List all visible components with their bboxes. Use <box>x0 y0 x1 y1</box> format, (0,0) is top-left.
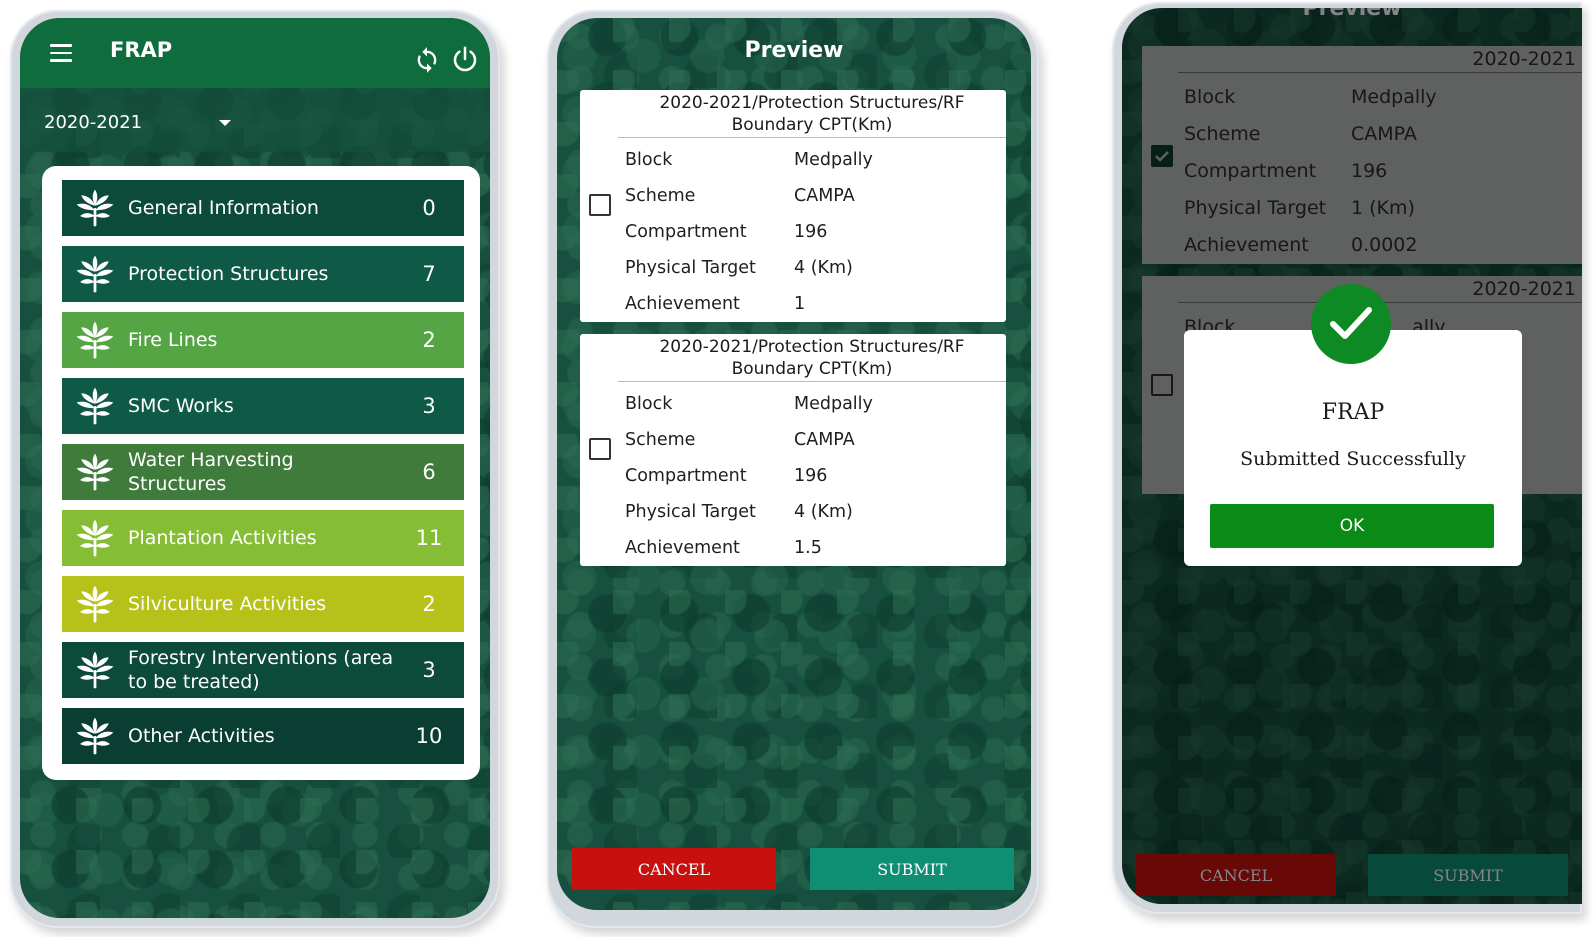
preview-card-checkbox[interactable] <box>589 194 611 216</box>
menu-item-label: Plantation Activities <box>128 527 317 549</box>
phone-frame-preview: Preview 2020-2021/Protection Structures/… <box>547 10 1039 928</box>
cancel-button[interactable]: CANCEL <box>572 848 776 890</box>
tree-icon <box>72 449 118 495</box>
preview-screen: Preview 2020-2021/Protection Structures/… <box>557 18 1031 910</box>
preview-card-heading: 2020-2021/Protection Structures/RF Bound… <box>618 334 1006 382</box>
app-bar: FRAP <box>20 18 490 88</box>
power-icon[interactable] <box>450 44 480 74</box>
dropdown-caret-icon <box>219 120 231 126</box>
tree-icon <box>72 317 118 363</box>
preview-card-heading-line1: 2020-2021/Protection Structures/RF <box>659 337 965 357</box>
menu-item-label: SMC Works <box>128 395 234 417</box>
menu-item[interactable]: Silviculture Activities 2 <box>62 576 464 632</box>
menu-item-label: Other Activities <box>128 725 275 747</box>
menu-item[interactable]: Forestry Interventions (area to be treat… <box>62 642 464 698</box>
preview-card-heading-line2: Boundary CPT(Km) <box>731 359 893 379</box>
success-badge <box>1311 284 1391 364</box>
category-menu-card: General Information 0 Protection Structure… <box>42 166 480 780</box>
menu-item-count: 7 <box>422 262 436 286</box>
field-value-physical-target: 4 (Km) <box>794 502 853 522</box>
menu-item[interactable]: Protection Structures 7 <box>62 246 464 302</box>
tree-icon <box>72 647 118 693</box>
submit-button[interactable]: SUBMIT <box>810 848 1014 890</box>
success-screen: Preview 2020-2021 Block Medpally Scheme … <box>1122 8 1582 904</box>
menu-item[interactable]: Plantation Activities 11 <box>62 510 464 566</box>
menu-item-count: 3 <box>422 394 436 418</box>
preview-card-heading-line2: Boundary CPT(Km) <box>731 115 893 135</box>
field-value-block: Medpally <box>794 150 873 170</box>
phone-frame-success: Preview 2020-2021 Block Medpally Scheme … <box>1112 2 1582 914</box>
app-title: FRAP <box>110 38 173 62</box>
year-dropdown[interactable]: 2020-2021 <box>20 88 490 152</box>
tree-icon <box>72 383 118 429</box>
menu-item-label: Fire Lines <box>128 329 218 351</box>
field-value-achievement: 1.5 <box>794 538 822 558</box>
field-value-scheme: CAMPA <box>794 430 855 450</box>
field-label-achievement: Achievement <box>625 294 740 314</box>
menu-item[interactable]: Water Harvesting Structures 6 <box>62 444 464 500</box>
menu-item-count: 11 <box>415 526 443 550</box>
preview-card-checkbox[interactable] <box>589 438 611 460</box>
field-label-scheme: Scheme <box>625 430 696 450</box>
menu-item-label: Forestry Interventions (area to be treat… <box>128 647 394 693</box>
checkmark-icon <box>1330 307 1372 339</box>
ok-button[interactable]: OK <box>1210 504 1494 548</box>
field-label-scheme: Scheme <box>625 186 696 206</box>
field-value-compartment: 196 <box>794 222 828 242</box>
phone-frame-home: FRAP 2020-2021 General Information 0 Prote… <box>10 10 500 928</box>
field-label-compartment: Compartment <box>625 466 747 486</box>
field-value-physical-target: 4 (Km) <box>794 258 853 278</box>
preview-card-heading: 2020-2021/Protection Structures/RF Bound… <box>618 90 1006 138</box>
field-label-achievement: Achievement <box>625 538 740 558</box>
success-dialog: FRAP Submitted Successfully OK <box>1184 330 1522 566</box>
tree-icon <box>72 581 118 627</box>
field-label-compartment: Compartment <box>625 222 747 242</box>
year-dropdown-value: 2020-2021 <box>44 112 143 133</box>
field-value-scheme: CAMPA <box>794 186 855 206</box>
menu-item-label: Water Harvesting Structures <box>128 449 294 495</box>
field-label-block: Block <box>625 150 673 170</box>
menu-item-count: 0 <box>422 196 436 220</box>
menu-item-count: 2 <box>422 328 436 352</box>
dialog-title: FRAP <box>1321 400 1385 425</box>
sync-icon[interactable] <box>413 46 441 74</box>
menu-item[interactable]: Other Activities 10 <box>62 708 464 764</box>
preview-card: 2020-2021/Protection Structures/RF Bound… <box>580 90 1006 322</box>
menu-item-count: 10 <box>415 724 443 748</box>
menu-item-count: 2 <box>422 592 436 616</box>
field-label-block: Block <box>625 394 673 414</box>
dialog-message: Submitted Successfully <box>1240 448 1466 470</box>
field-value-block: Medpally <box>794 394 873 414</box>
field-label-physical-target: Physical Target <box>625 502 756 522</box>
menu-item[interactable]: General Information 0 <box>62 180 464 236</box>
menu-item-count: 6 <box>422 460 436 484</box>
menu-item-label: Protection Structures <box>128 263 329 285</box>
tree-icon <box>72 251 118 297</box>
menu-item-label: General Information <box>128 197 319 219</box>
field-value-compartment: 196 <box>794 466 828 486</box>
menu-item-count: 3 <box>422 658 436 682</box>
hamburger-menu-icon[interactable] <box>50 44 72 62</box>
menu-item[interactable]: SMC Works 3 <box>62 378 464 434</box>
tree-icon <box>72 185 118 231</box>
home-screen: FRAP 2020-2021 General Information 0 Prote… <box>20 18 490 918</box>
tree-icon <box>72 713 118 759</box>
preview-title: Preview <box>744 38 844 63</box>
menu-item-label: Silviculture Activities <box>128 593 327 615</box>
tree-icon <box>72 515 118 561</box>
preview-card-heading-line1: 2020-2021/Protection Structures/RF <box>659 93 965 113</box>
menu-item[interactable]: Fire Lines 2 <box>62 312 464 368</box>
preview-card: 2020-2021/Protection Structures/RF Bound… <box>580 334 1006 566</box>
field-value-achievement: 1 <box>794 294 806 314</box>
field-label-physical-target: Physical Target <box>625 258 756 278</box>
